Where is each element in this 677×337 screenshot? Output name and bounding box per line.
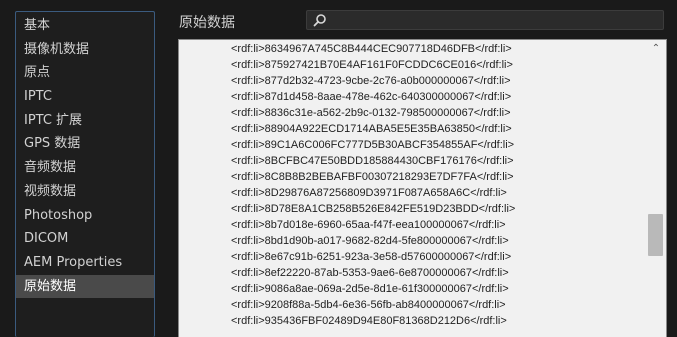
sidebar-item[interactable]: 基本 [16,14,154,38]
raw-data-line: <rdf:li>8D78E8A1CB258B526E842FE519D23BDD… [231,203,516,215]
raw-data-line: <rdf:li>875927421B70E4AF161F0FCDDC6CE016… [231,59,513,71]
raw-data-line: <rdf:li>8836c31e-a562-2b9c-0132-79850000… [231,107,511,119]
sidebar-item[interactable]: IPTC 扩展 [16,109,154,133]
sidebar-item[interactable]: IPTC [16,85,154,109]
chevron-up-icon[interactable]: ⌃ [651,44,661,54]
scrollbar[interactable]: ⌃ [646,40,666,337]
raw-data-line: <rdf:li>8bd1d90b-a017-9682-82d4-5fe80000… [231,235,509,247]
raw-data-line: <rdf:li>89C1A6C006FC777D5B30ABCF354855AF… [231,139,515,151]
search-input[interactable] [331,12,651,28]
scrollbar-thumb[interactable] [648,214,663,256]
sidebar-item[interactable]: Photoshop [16,204,154,228]
raw-data-line: <rdf:li>877d2b32-4723-9cbe-2c76-a0b00000… [231,75,511,87]
raw-data-line: <rdf:li>8C8B8B2BEBAFBF00307218293E7DF7FA… [231,171,514,183]
sidebar-item[interactable]: 摄像机数据 [16,38,154,62]
sidebar-item[interactable]: GPS 数据 [16,132,154,156]
section-title: 原始数据 [179,15,235,31]
search-icon [313,14,326,27]
raw-data-line: <rdf:li>935436FBF02489D94E80F81368D212D6… [231,315,507,327]
sidebar-item[interactable]: 视频数据 [16,180,154,204]
raw-data-line: <rdf:li>88904A922ECD1714ABA5E5E35BA63850… [231,123,512,135]
sidebar-item[interactable]: 原点 [16,61,154,85]
raw-data-line: <rdf:li>87d1d458-8aae-478e-462c-64030000… [231,91,512,103]
raw-data-line: <rdf:li>8b7d018e-6960-65aa-f47f-eea10000… [231,219,506,231]
raw-data-line: <rdf:li>9086a8ae-069a-2d5e-8d1e-61f30000… [231,283,509,295]
raw-data-line: <rdf:li>8ef22220-87ab-5353-9ae6-6e870000… [231,267,509,279]
raw-data-panel: <rdf:li>8634967A745C8B444CEC907718D46DFB… [178,39,667,337]
raw-data-line: <rdf:li>8634967A745C8B444CEC907718D46DFB… [231,43,512,55]
sidebar-item[interactable]: 音频数据 [16,156,154,180]
raw-data-line: <rdf:li>9208f88a-5db4-6e36-56fb-ab840000… [231,299,506,311]
search-box[interactable] [306,10,664,30]
sidebar-item[interactable]: 原始数据 [16,274,154,299]
raw-data-line: <rdf:li>8BCFBC47E50BDD185884430CBF176176… [231,155,514,167]
raw-data-line: <rdf:li>8e67c91b-6251-923a-3e58-d5760000… [231,251,512,263]
sidebar-item[interactable]: AEM Properties [16,251,154,275]
raw-data-line: <rdf:li>8D29876A87256809D3971F087A658A6C… [231,187,507,199]
sidebar-item[interactable]: DICOM [16,227,154,251]
raw-data-lines: <rdf:li>8634967A745C8B444CEC907718D46DFB… [231,41,642,329]
metadata-category-sidebar: 基本 摄像机数据 原点 IPTC IPTC 扩展 GPS 数据 音频数据 视频数据 Photos… [15,11,155,337]
